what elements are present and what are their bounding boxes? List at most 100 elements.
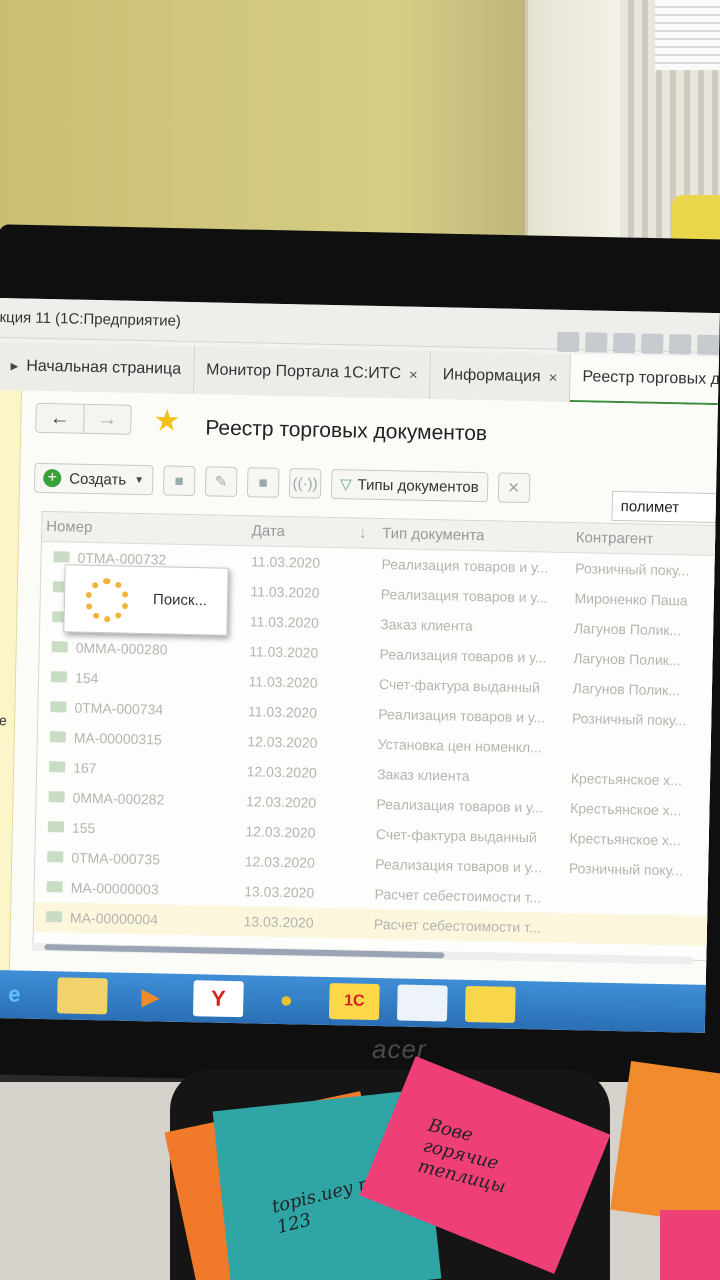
- cell-type: Реализация товаров и у...: [380, 586, 548, 606]
- cell-date: 11.03.2020: [248, 673, 318, 691]
- column-header-type[interactable]: Тип документа: [378, 519, 572, 552]
- sticky-note-pink-corner: [660, 1210, 720, 1280]
- save-icon[interactable]: [556, 331, 580, 353]
- create-button[interactable]: + Создать ▼: [33, 462, 154, 496]
- document-posted-icon: [47, 821, 65, 833]
- favorite-star-icon[interactable]: ★: [153, 403, 181, 439]
- close-icon[interactable]: ×: [409, 366, 418, 383]
- cell-number: 0ТМА-000734: [38, 699, 244, 719]
- cell-number-text: МА-00000004: [69, 909, 159, 928]
- titlebar-icons: [556, 331, 720, 356]
- cell-date: 11.03.2020: [249, 643, 319, 661]
- tab-home[interactable]: ▶ Начальная страница: [0, 341, 195, 395]
- cell-counterparty: Лагунов Полик...: [572, 680, 681, 699]
- delete-doc-icon: ■: [258, 473, 268, 492]
- yandex-browser-icon[interactable]: Y: [193, 980, 244, 1018]
- page-title: Реестр торговых документов: [205, 416, 488, 446]
- pencil-icon: ✎: [214, 473, 228, 491]
- cell-number: 0ММА-000280: [40, 639, 246, 659]
- cell-number: МА-00000003: [35, 879, 241, 899]
- onec-icon[interactable]: 1С: [328, 983, 380, 1021]
- cell-number: МА-00000004: [34, 909, 240, 929]
- sort-down-icon: ↓: [358, 524, 367, 542]
- cell-type: Реализация товаров и у...: [378, 706, 546, 726]
- cell-counterparty: Крестьянское х...: [569, 830, 681, 849]
- cell-date: 12.03.2020: [244, 853, 316, 871]
- link-icon[interactable]: [640, 333, 664, 354]
- loading-spinner-icon: [84, 577, 130, 623]
- cell-number: 167: [37, 759, 243, 779]
- calendar-icon[interactable]: [396, 984, 448, 1022]
- tab-its-monitor[interactable]: Монитор Портала 1С:ИТС ×: [193, 346, 432, 400]
- print-icon[interactable]: [584, 332, 608, 353]
- yellow-object: [672, 195, 720, 245]
- plus-icon: +: [43, 468, 62, 488]
- cell-type: Реализация товаров и у...: [376, 795, 544, 816]
- signal-icon: ((·)): [292, 474, 318, 493]
- cell-type: Реализация товаров и у...: [379, 646, 547, 666]
- close-icon[interactable]: ×: [548, 369, 557, 386]
- search-input[interactable]: полимет: [611, 490, 720, 524]
- doc-types-label: Типы документов: [357, 476, 479, 496]
- copy-icon[interactable]: [668, 334, 692, 355]
- document-posted-icon: [49, 731, 66, 743]
- media-player-icon[interactable]: ▶: [125, 979, 176, 1016]
- cell-date: 12.03.2020: [245, 793, 317, 811]
- cell-date: 12.03.2020: [246, 763, 317, 781]
- cell-counterparty: Крестьянское х...: [570, 800, 682, 819]
- create-label: Создать: [69, 469, 127, 489]
- cell-type: Заказ клиента: [376, 766, 470, 784]
- preview-icon[interactable]: [612, 332, 636, 354]
- clear-filter-button[interactable]: ✕: [497, 472, 530, 504]
- copy-doc-button[interactable]: ■: [162, 465, 196, 497]
- doc-types-button[interactable]: ▽ Типы документов: [330, 468, 488, 503]
- cell-counterparty: [564, 928, 712, 931]
- document-posted-icon: [50, 701, 67, 713]
- cell-date: 13.03.2020: [244, 883, 315, 901]
- cell-type: Реализация товаров и у...: [381, 556, 549, 576]
- document-posted-icon: [53, 551, 70, 563]
- back-button[interactable]: ←: [36, 404, 83, 433]
- cell-counterparty: Крестьянское х...: [570, 770, 683, 789]
- cell-number: 0ММА-000282: [36, 789, 242, 809]
- cell-type: Счет-фактура выданный: [378, 676, 541, 696]
- cell-number: 0ТМА-000735: [35, 849, 241, 869]
- broadcast-button[interactable]: ((·)): [288, 468, 322, 499]
- door-background: [525, 0, 620, 250]
- form-toolbar: + Создать ▼ ■ ✎ ■ ((·)) ▽ Типы документо…: [33, 462, 530, 504]
- cell-counterparty: Мироненко Паша: [574, 590, 688, 609]
- edit-button[interactable]: ✎: [204, 466, 238, 498]
- forward-button[interactable]: →: [82, 404, 131, 434]
- folder-icon[interactable]: [57, 977, 108, 1015]
- mark-delete-button[interactable]: ■: [246, 467, 280, 498]
- document-posted-icon: [47, 851, 64, 863]
- cell-number-text: МА-00000315: [73, 729, 162, 748]
- sticky-note-orange-right: [610, 1060, 720, 1230]
- cell-date: 12.03.2020: [247, 733, 318, 751]
- ie-icon[interactable]: e: [0, 976, 40, 1013]
- column-header-date[interactable]: Дата ↓: [247, 516, 378, 548]
- chrome-icon[interactable]: ●: [261, 982, 312, 1019]
- cell-type: Расчет себестоимости т...: [373, 915, 541, 936]
- window-blind: [655, 0, 720, 70]
- column-header-number[interactable]: Номер: [42, 512, 248, 545]
- cell-number-text: 0ММА-000280: [75, 639, 168, 658]
- cell-type: Установка цен номенкл...: [377, 736, 543, 756]
- cell-number-text: 167: [73, 759, 97, 777]
- cell-date: 11.03.2020: [249, 613, 320, 631]
- cell-type: Счет-фактура выданный: [375, 825, 537, 846]
- calculator-icon[interactable]: [696, 334, 720, 356]
- onec-app-icon[interactable]: [464, 985, 516, 1023]
- column-header-counterparty[interactable]: Контрагент: [572, 523, 720, 555]
- chevron-down-icon: ▼: [134, 474, 145, 486]
- tab-trade-registry[interactable]: Реестр торговых до: [569, 353, 720, 406]
- monitor-screen: кция 11 (1С:Предприятие) ▶ Начальная стр…: [0, 298, 720, 1033]
- cell-number-text: 0ММА-000282: [72, 789, 165, 808]
- cell-counterparty: Розничный поку...: [568, 860, 684, 879]
- cell-type: Заказ клиента: [380, 616, 473, 634]
- column-header-label: Дата: [251, 522, 286, 541]
- tab-information[interactable]: Информация ×: [430, 351, 571, 402]
- triangle-icon: ▶: [10, 360, 19, 372]
- cell-number-text: 155: [71, 819, 96, 837]
- section-label[interactable]: ие: [0, 712, 7, 728]
